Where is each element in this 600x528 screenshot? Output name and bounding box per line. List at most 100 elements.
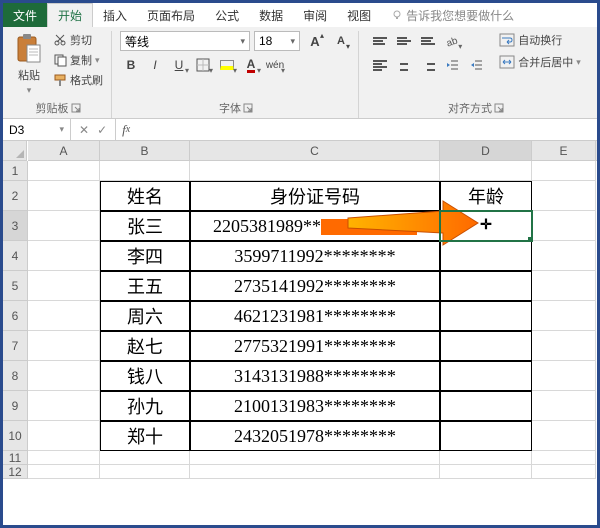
formula-input[interactable] (136, 119, 597, 140)
cell-E10[interactable] (532, 421, 596, 451)
cell-E3[interactable] (532, 211, 596, 241)
cell-C2[interactable]: 身份证号码 (190, 181, 440, 211)
orientation-button[interactable]: ab (441, 31, 463, 51)
cell-A3[interactable] (28, 211, 100, 241)
tab-insert[interactable]: 插入 (93, 3, 137, 27)
fill-color-button[interactable] (216, 55, 238, 75)
row-header-8[interactable]: 8 (3, 361, 27, 391)
cell-E4[interactable] (532, 241, 596, 271)
phonetic-guide-button[interactable]: wén (264, 55, 286, 75)
cell-D12[interactable] (440, 465, 532, 479)
tab-home[interactable]: 开始 (47, 3, 93, 27)
cell-D11[interactable] (440, 451, 532, 465)
cell-C11[interactable] (190, 451, 440, 465)
cell-B5[interactable]: 王五 (100, 271, 190, 301)
wrap-text-button[interactable]: 自动换行 (497, 31, 583, 49)
font-color-button[interactable]: A (240, 55, 262, 75)
format-painter-button[interactable]: 格式刷 (51, 71, 105, 89)
align-bottom-button[interactable] (417, 31, 439, 51)
cell-A8[interactable] (28, 361, 100, 391)
cell-E11[interactable] (532, 451, 596, 465)
cell-C3[interactable]: 2205381989** (190, 211, 440, 241)
column-header-B[interactable]: B (100, 141, 190, 160)
cell-E6[interactable] (532, 301, 596, 331)
cell-D1[interactable] (440, 161, 532, 181)
cell-A1[interactable] (28, 161, 100, 181)
cell-A12[interactable] (28, 465, 100, 479)
italic-button[interactable]: I (144, 55, 166, 75)
cell-D8[interactable] (440, 361, 532, 391)
cell-B12[interactable] (100, 465, 190, 479)
confirm-formula-button[interactable]: ✓ (97, 123, 107, 137)
row-header-1[interactable]: 1 (3, 161, 27, 181)
dialog-launcher-icon[interactable] (243, 103, 253, 113)
cell-C9[interactable]: 2100131983******** (190, 391, 440, 421)
cell-C10[interactable]: 2432051978******** (190, 421, 440, 451)
row-header-4[interactable]: 4 (3, 241, 27, 271)
tab-review[interactable]: 审阅 (293, 3, 337, 27)
cell-A11[interactable] (28, 451, 100, 465)
cell-D9[interactable] (440, 391, 532, 421)
tab-file[interactable]: 文件 (3, 3, 47, 27)
row-header-11[interactable]: 11 (3, 451, 27, 465)
cell-A2[interactable] (28, 181, 100, 211)
cell-E2[interactable] (532, 181, 596, 211)
name-box[interactable]: D3 ▾ (3, 119, 71, 140)
dialog-launcher-icon[interactable] (494, 103, 504, 113)
tab-tell-me[interactable]: 告诉我您想要做什么 (381, 3, 524, 27)
cell-E12[interactable] (532, 465, 596, 479)
tab-view[interactable]: 视图 (337, 3, 381, 27)
align-middle-button[interactable] (393, 31, 415, 51)
font-name-combo[interactable]: 等线▾ (120, 31, 250, 51)
cell-B2[interactable]: 姓名 (100, 181, 190, 211)
cell-D6[interactable] (440, 301, 532, 331)
cell-D4[interactable] (440, 241, 532, 271)
cell-C4[interactable]: 3599711992******** (190, 241, 440, 271)
cancel-formula-button[interactable]: ✕ (79, 123, 89, 137)
column-header-D[interactable]: D (440, 141, 532, 160)
decrease-indent-button[interactable] (441, 55, 463, 75)
cell-C7[interactable]: 2775321991******** (190, 331, 440, 361)
cell-D7[interactable] (440, 331, 532, 361)
cell-C6[interactable]: 4621231981******** (190, 301, 440, 331)
row-header-2[interactable]: 2 (3, 181, 27, 211)
cell-D2[interactable]: 年龄 (440, 181, 532, 211)
font-size-combo[interactable]: 18▾ (254, 31, 300, 51)
column-header-E[interactable]: E (532, 141, 596, 160)
tab-page-layout[interactable]: 页面布局 (137, 3, 205, 27)
border-button[interactable] (192, 55, 214, 75)
paste-button[interactable]: 粘贴 ▾ (11, 31, 47, 98)
row-header-9[interactable]: 9 (3, 391, 27, 421)
cell-C1[interactable] (190, 161, 440, 181)
increase-font-size-button[interactable]: A▴ (304, 31, 326, 51)
cell-B3[interactable]: 张三 (100, 211, 190, 241)
merge-center-button[interactable]: 合并后居中 ▾ (497, 53, 583, 71)
align-top-button[interactable] (369, 31, 391, 51)
cell-B6[interactable]: 周六 (100, 301, 190, 331)
cell-A9[interactable] (28, 391, 100, 421)
cell-B9[interactable]: 孙九 (100, 391, 190, 421)
copy-button[interactable]: 复制 ▾ (51, 51, 105, 69)
bold-button[interactable]: B (120, 55, 142, 75)
underline-button[interactable]: U (168, 55, 190, 75)
cell-B4[interactable]: 李四 (100, 241, 190, 271)
dialog-launcher-icon[interactable] (71, 103, 81, 113)
cell-C12[interactable] (190, 465, 440, 479)
cell-A10[interactable] (28, 421, 100, 451)
cell-A7[interactable] (28, 331, 100, 361)
cell-B1[interactable] (100, 161, 190, 181)
cell-E8[interactable] (532, 361, 596, 391)
cell-B7[interactable]: 赵七 (100, 331, 190, 361)
row-header-3[interactable]: 3 (3, 211, 27, 241)
cell-A4[interactable] (28, 241, 100, 271)
tab-formulas[interactable]: 公式 (205, 3, 249, 27)
grid-body[interactable]: 姓名身份证号码年龄张三2205381989**✛李四3599711992****… (28, 161, 597, 525)
cell-E1[interactable] (532, 161, 596, 181)
increase-indent-button[interactable] (465, 55, 487, 75)
align-center-button[interactable] (393, 55, 415, 75)
cell-A6[interactable] (28, 301, 100, 331)
align-right-button[interactable] (417, 55, 439, 75)
cell-C8[interactable]: 3143131988******** (190, 361, 440, 391)
cell-B10[interactable]: 郑十 (100, 421, 190, 451)
fx-icon[interactable]: fx (116, 119, 136, 140)
